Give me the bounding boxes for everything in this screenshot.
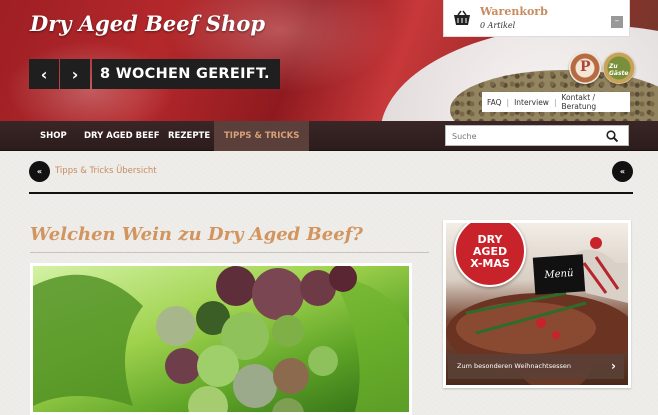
- article-title: Welchen Wein zu Dry Aged Beef?: [30, 224, 363, 245]
- chevron-right-icon: ›: [71, 64, 79, 84]
- basket-icon: [454, 10, 470, 25]
- grapes-illustration: [33, 266, 409, 412]
- breadcrumb[interactable]: Tipps & Tricks Übersicht: [55, 166, 157, 176]
- search-icon[interactable]: [606, 130, 618, 142]
- search-box: [445, 125, 629, 146]
- guest-badge-icon[interactable]: Zu Gäste: [603, 52, 635, 84]
- chevron-right-icon: ›: [611, 359, 616, 373]
- title-underline: [30, 252, 429, 253]
- cart-collapse-button[interactable]: –: [611, 16, 623, 28]
- divider: [29, 192, 633, 194]
- cart-count: 0 Artikel: [480, 21, 516, 30]
- back-button[interactable]: «: [29, 161, 50, 182]
- overview-button[interactable]: «: [612, 161, 633, 182]
- search-input[interactable]: [452, 129, 592, 143]
- slider-controls: ‹ › 8 WOCHEN GEREIFT.: [29, 59, 280, 89]
- nav-item-tipps-tricks[interactable]: TIPPS & TRICKS: [214, 121, 310, 151]
- xmas-promo-card[interactable]: DRY AGED X-MAS Menü Zum besonderen Weihn…: [443, 220, 631, 388]
- site-title[interactable]: Dry Aged Beef Shop: [30, 11, 265, 36]
- main-nav: SHOP DRY AGED BEEF REZEPTE TIPPS & TRICK…: [0, 121, 658, 151]
- slider-next-button[interactable]: ›: [60, 59, 90, 89]
- cart-title: Warenkorb: [480, 5, 548, 18]
- menu-tag: Menü: [532, 254, 586, 295]
- cart-widget[interactable]: Warenkorb 0 Artikel –: [443, 0, 630, 37]
- faq-link[interactable]: FAQ: [482, 98, 507, 107]
- nav-item-rezepte[interactable]: REZEPTE: [158, 121, 220, 151]
- xmas-menu-image: DRY AGED X-MAS Menü Zum besonderen Weihn…: [446, 223, 628, 385]
- pinterest-badge-icon[interactable]: P: [569, 52, 601, 84]
- slider-caption: 8 WOCHEN GEREIFT.: [92, 59, 280, 89]
- contact-link[interactable]: Kontakt / Beratung: [556, 93, 630, 111]
- slider-prev-button[interactable]: ‹: [29, 59, 59, 89]
- wine-grapes-image: [30, 263, 412, 415]
- promo-caption[interactable]: Zum besonderen Weihnachtsessen ›: [448, 354, 624, 379]
- nav-item-dry-aged-beef[interactable]: DRY AGED BEEF: [74, 121, 170, 151]
- nav-item-shop[interactable]: SHOP: [30, 121, 77, 151]
- interview-link[interactable]: Interview: [509, 98, 554, 107]
- service-links: FAQ | Interview | Kontakt / Beratung: [482, 92, 630, 112]
- content-area: « Tipps & Tricks Übersicht « Welchen Wei…: [0, 152, 658, 415]
- chevron-left-icon: ‹: [40, 64, 48, 84]
